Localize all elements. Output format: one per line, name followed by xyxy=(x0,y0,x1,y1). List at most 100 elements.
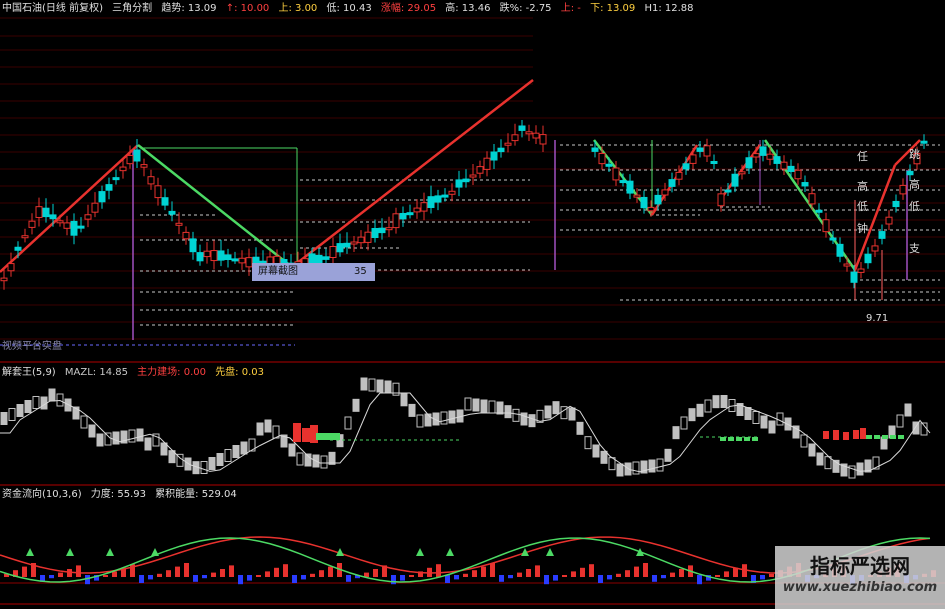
step-block xyxy=(632,461,640,475)
h1-value: H1: 12.88 xyxy=(644,3,694,14)
flow-bar xyxy=(454,575,459,580)
candle-body xyxy=(56,220,64,224)
indicator-name: 三角分割 xyxy=(112,3,153,14)
signal-bar-green xyxy=(866,435,872,439)
step-block xyxy=(744,407,752,420)
side-char-5: 跳 xyxy=(909,148,920,161)
flow-marker xyxy=(416,548,424,556)
signal-bar-red xyxy=(843,432,849,440)
candle-body xyxy=(745,157,753,169)
step-block xyxy=(352,398,360,412)
candle-body xyxy=(133,149,141,162)
panel3-force: 力度: 55.93 xyxy=(90,489,146,500)
down2-value: 下: 13.09 xyxy=(590,3,636,14)
step-block xyxy=(504,405,512,419)
flow-bar xyxy=(112,571,117,577)
step-block xyxy=(464,397,472,411)
candle-body xyxy=(448,190,456,195)
candle-body xyxy=(77,225,85,229)
candle-body xyxy=(801,182,809,187)
step-block xyxy=(616,463,624,477)
step-block xyxy=(32,396,40,409)
step-block xyxy=(240,441,248,455)
candle-body xyxy=(98,191,106,203)
flow-bar xyxy=(616,573,621,577)
candle-body xyxy=(42,207,50,218)
step-block xyxy=(688,408,696,422)
panel3-energy: 累积能量: 529.04 xyxy=(155,489,237,500)
step-block xyxy=(112,431,120,445)
step-block xyxy=(720,395,728,408)
candle-body xyxy=(532,132,540,139)
step-block xyxy=(512,408,520,422)
tooltip-value: 35 xyxy=(354,266,367,277)
candle-body xyxy=(189,238,197,253)
flow-bar xyxy=(148,575,153,580)
step-block xyxy=(200,461,208,474)
candle-body xyxy=(350,241,358,245)
candle-body xyxy=(420,202,428,212)
candle-body xyxy=(689,154,697,164)
candle-body xyxy=(455,179,463,188)
flow-marker xyxy=(66,548,74,556)
candle-body xyxy=(539,134,547,145)
signal-bar-red xyxy=(293,423,301,442)
candle-body xyxy=(182,231,190,240)
signal-bar-red xyxy=(860,428,866,439)
signal-bar-red xyxy=(823,431,829,439)
step-block xyxy=(816,452,824,466)
step-block xyxy=(760,415,768,429)
candle-body xyxy=(406,212,414,216)
side-char-7: 低 xyxy=(909,200,920,213)
flow-bar xyxy=(490,563,495,577)
step-block xyxy=(368,378,376,392)
candle-body xyxy=(612,167,620,181)
panel3-name: 资金流向(10,3,6) xyxy=(2,489,82,500)
candle-body xyxy=(357,236,365,244)
flow-marker xyxy=(546,548,554,556)
candle-body xyxy=(773,156,781,164)
step-block xyxy=(696,403,704,417)
candle-body xyxy=(696,147,704,152)
step-block xyxy=(712,395,720,409)
price-label: 9.71 xyxy=(866,313,889,324)
signal-bar-green xyxy=(898,435,904,439)
step-block xyxy=(96,433,104,447)
candle-body xyxy=(724,189,732,193)
candle-body xyxy=(619,180,627,184)
candle-body xyxy=(591,147,599,152)
signal-bar-green xyxy=(874,435,880,439)
chart-canvas xyxy=(0,17,945,605)
step-block xyxy=(904,403,912,417)
candle-body xyxy=(238,257,246,264)
candle-body xyxy=(661,189,669,196)
flow-bar xyxy=(256,575,261,577)
candle-body xyxy=(836,243,844,257)
side-char-8: 支 xyxy=(909,242,920,255)
trend-value: 趋势: 13.09 xyxy=(161,3,217,14)
candle-body xyxy=(224,254,232,261)
flow-bar xyxy=(625,570,630,577)
step-block xyxy=(664,448,672,462)
flow-bar xyxy=(184,563,189,577)
flow-bar xyxy=(544,575,549,585)
flow-bar xyxy=(157,573,162,577)
flow-bar xyxy=(274,567,279,577)
flow-bar xyxy=(310,573,315,577)
flow-bar xyxy=(22,566,27,577)
flow-bar xyxy=(607,575,612,580)
flow-bar xyxy=(661,575,666,579)
flow-bar xyxy=(571,571,576,577)
step-block xyxy=(488,400,496,414)
candle-body xyxy=(469,174,477,178)
step-block xyxy=(424,413,432,427)
signal-bar-green xyxy=(728,437,734,441)
step-block xyxy=(856,462,864,476)
panel2-first: 先盘: 0.03 xyxy=(215,367,265,378)
step-block xyxy=(408,403,416,417)
candle-body xyxy=(490,151,498,161)
flow-bar xyxy=(373,569,378,577)
candle-body xyxy=(175,222,183,226)
candle-body xyxy=(14,246,22,251)
high-value: 高: 13.46 xyxy=(445,3,491,14)
